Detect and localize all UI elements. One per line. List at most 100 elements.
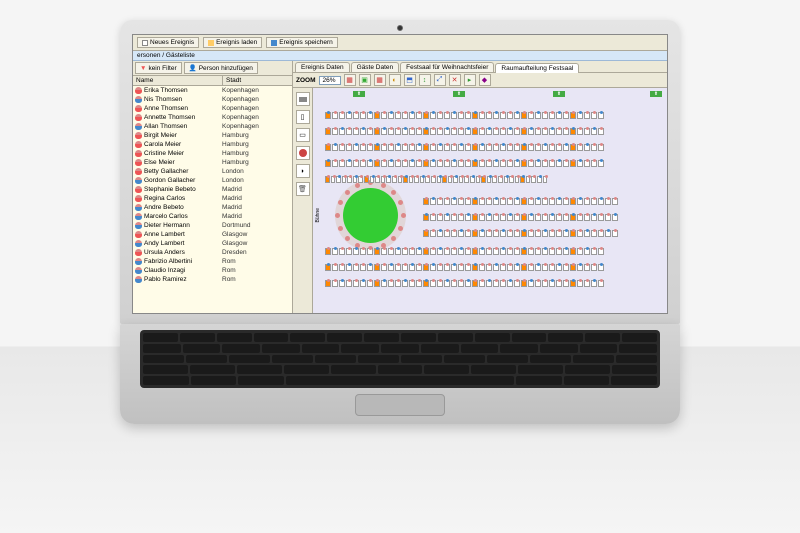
zoom-tool-7[interactable]: ⤢ (434, 74, 446, 86)
guest-row[interactable]: Carola MeierHamburg (133, 140, 292, 149)
seat[interactable] (353, 248, 359, 255)
seat[interactable] (591, 144, 597, 151)
zoom-tool-8[interactable]: ✕ (449, 74, 461, 86)
seat[interactable] (528, 160, 534, 167)
seat[interactable] (353, 160, 359, 167)
seat[interactable] (515, 176, 520, 183)
seat[interactable] (507, 264, 513, 271)
seat[interactable] (459, 176, 464, 183)
seat[interactable] (381, 144, 387, 151)
seat[interactable] (430, 280, 436, 287)
round-seat[interactable] (398, 200, 403, 205)
guest-row[interactable]: Marcelo CarlosMadrid (133, 212, 292, 221)
seat[interactable] (549, 214, 555, 221)
seat[interactable] (430, 160, 436, 167)
seat[interactable] (458, 198, 464, 205)
seat[interactable] (584, 280, 590, 287)
seat[interactable] (437, 160, 443, 167)
seat[interactable] (514, 214, 520, 221)
seat[interactable] (504, 176, 509, 183)
seat[interactable] (414, 176, 419, 183)
seat[interactable] (423, 214, 429, 221)
seat[interactable] (598, 198, 604, 205)
seat[interactable] (591, 230, 597, 237)
seat[interactable] (381, 176, 386, 183)
seat[interactable] (528, 144, 534, 151)
seat[interactable] (381, 264, 387, 271)
guest-row[interactable]: Regina CarlosMadrid (133, 194, 292, 203)
zoom-tool-5[interactable]: ⬒ (404, 74, 416, 86)
seat[interactable] (367, 248, 373, 255)
seat[interactable] (556, 160, 562, 167)
seat[interactable] (584, 198, 590, 205)
seat[interactable] (472, 230, 478, 237)
seat[interactable] (458, 248, 464, 255)
seat[interactable] (479, 264, 485, 271)
seat[interactable] (472, 214, 478, 221)
seat[interactable] (509, 176, 514, 183)
seat[interactable] (332, 144, 338, 151)
seat[interactable] (486, 128, 492, 135)
seat[interactable] (339, 160, 345, 167)
guest-row[interactable]: Anne LambertGlasgow (133, 230, 292, 239)
seat[interactable] (360, 112, 366, 119)
seat[interactable] (430, 128, 436, 135)
seat[interactable] (598, 264, 604, 271)
seat[interactable] (556, 112, 562, 119)
seat[interactable] (339, 144, 345, 151)
seat[interactable] (577, 144, 583, 151)
header-name[interactable]: Name (133, 76, 223, 85)
seat[interactable] (425, 176, 430, 183)
guest-row[interactable]: Stephanie BebetoMadrid (133, 185, 292, 194)
seat[interactable] (325, 128, 331, 135)
palette-half[interactable]: ◗ (296, 164, 310, 178)
seat[interactable] (479, 160, 485, 167)
guest-row[interactable]: Birgit MeierHamburg (133, 131, 292, 140)
seat[interactable] (500, 214, 506, 221)
seat[interactable] (479, 280, 485, 287)
seat[interactable] (556, 198, 562, 205)
seat[interactable] (514, 144, 520, 151)
seat[interactable] (332, 264, 338, 271)
seat[interactable] (409, 280, 415, 287)
seat[interactable] (472, 248, 478, 255)
seat[interactable] (570, 198, 576, 205)
seat[interactable] (325, 176, 330, 183)
seat[interactable] (430, 112, 436, 119)
seat[interactable] (528, 112, 534, 119)
seat[interactable] (591, 214, 597, 221)
palette-stage[interactable]: ▭ (296, 128, 310, 142)
seat[interactable] (437, 198, 443, 205)
seat[interactable] (549, 264, 555, 271)
seat[interactable] (430, 198, 436, 205)
seat[interactable] (416, 128, 422, 135)
tab-0[interactable]: Ereignis Daten (295, 62, 350, 72)
seat[interactable] (374, 248, 380, 255)
seat[interactable] (563, 248, 569, 255)
seat[interactable] (403, 176, 408, 183)
seat[interactable] (563, 128, 569, 135)
seat[interactable] (346, 144, 352, 151)
seat[interactable] (479, 214, 485, 221)
round-seat[interactable] (345, 190, 350, 195)
seat[interactable] (591, 264, 597, 271)
seat[interactable] (556, 280, 562, 287)
seat[interactable] (423, 198, 429, 205)
seat[interactable] (465, 112, 471, 119)
seat[interactable] (367, 112, 373, 119)
seat[interactable] (444, 160, 450, 167)
seat[interactable] (465, 128, 471, 135)
seat[interactable] (605, 230, 611, 237)
seat[interactable] (584, 248, 590, 255)
seat[interactable] (409, 112, 415, 119)
seat[interactable] (543, 176, 548, 183)
seat[interactable] (416, 112, 422, 119)
seat[interactable] (360, 128, 366, 135)
guest-row[interactable]: Betty GallacherLondon (133, 167, 292, 176)
seat[interactable] (556, 248, 562, 255)
guest-row[interactable]: Anne ThomsenKopenhagen (133, 104, 292, 113)
seat[interactable] (498, 176, 503, 183)
seat[interactable] (437, 264, 443, 271)
seat[interactable] (346, 160, 352, 167)
seat[interactable] (388, 248, 394, 255)
